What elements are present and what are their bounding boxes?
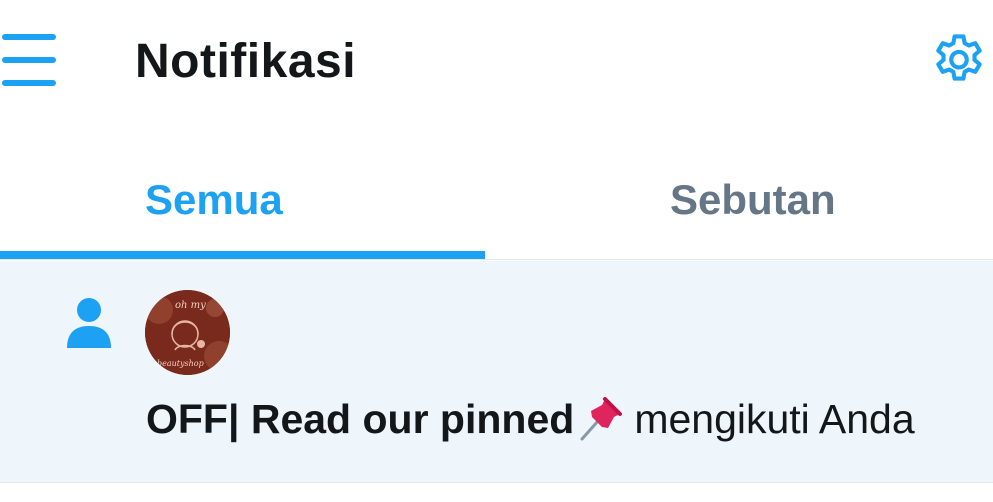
tab-all-label: Semua xyxy=(145,176,283,223)
pushpin-icon xyxy=(576,391,628,443)
person-icon xyxy=(66,296,112,352)
avatar[interactable]: oh my beautyshop xyxy=(145,290,230,375)
active-tab-indicator xyxy=(0,251,485,259)
notification-action-text: mengikuti Anda xyxy=(634,396,915,442)
gear-icon[interactable] xyxy=(928,30,990,92)
top-app-bar: Notifikasi xyxy=(0,0,993,130)
hamburger-menu-icon[interactable] xyxy=(0,34,58,86)
avatar-text-bottom: beautyshop xyxy=(157,359,204,368)
tab-mentions-label: Sebutan xyxy=(670,176,836,223)
avatar-text-top: oh my xyxy=(175,300,206,311)
page-title: Notifikasi xyxy=(135,35,357,88)
tab-all[interactable]: Semua xyxy=(0,150,485,260)
notification-tabs: Semua Sebutan xyxy=(0,150,993,260)
notification-item[interactable]: oh my beautyshop OFF| Read our pinned me… xyxy=(0,261,993,483)
notification-user-name[interactable]: OFF| Read our pinned xyxy=(146,396,574,442)
notification-text: OFF| Read our pinned mengikuti Anda xyxy=(146,391,986,447)
tab-mentions[interactable]: Sebutan xyxy=(485,150,993,260)
